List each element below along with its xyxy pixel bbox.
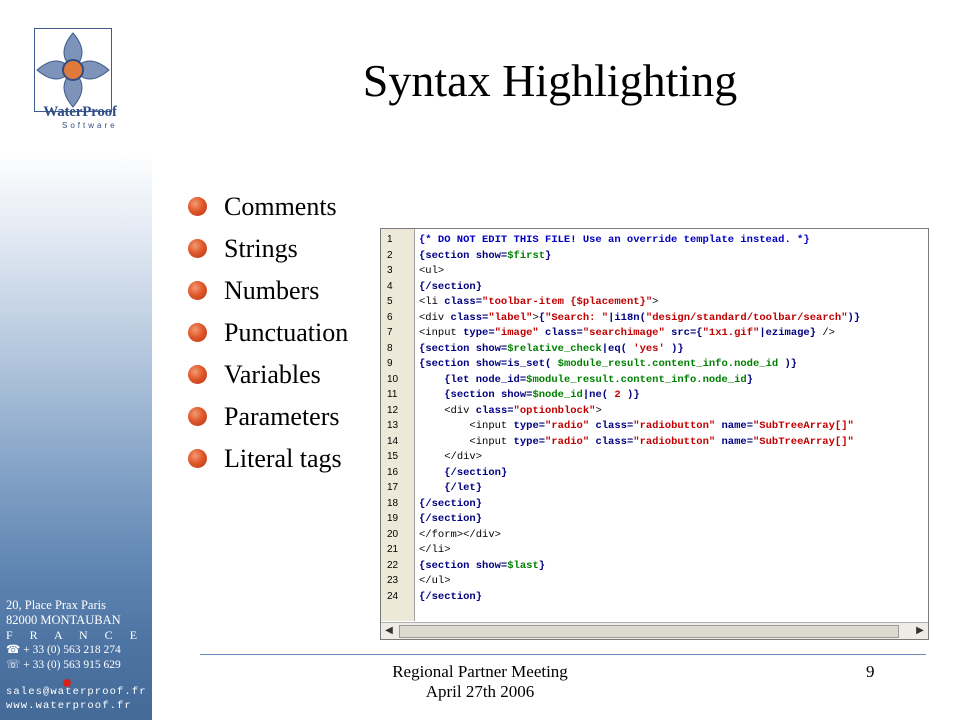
phone-row: ☎ + 33 (0) 563 218 274: [6, 643, 148, 658]
footer-divider: [200, 654, 926, 655]
bullet-label: Literal tags: [224, 444, 342, 473]
code-line: {section show=$relative_check|eq( 'yes' …: [419, 342, 684, 355]
line-number: 13: [387, 420, 399, 431]
code-area: {* DO NOT EDIT THIS FILE! Use an overrid…: [419, 229, 927, 621]
line-number: 20: [387, 528, 399, 540]
line-number: 22: [387, 559, 399, 571]
code-line: {/section}: [419, 497, 483, 510]
line-number: 17: [387, 482, 399, 493]
logo-frame: [34, 28, 112, 112]
contact-block: 20, Place Prax Paris 82000 MONTAUBAN F R…: [6, 598, 148, 713]
code-line: {* DO NOT EDIT THIS FILE! Use an overrid…: [419, 234, 810, 246]
slide-title: Syntax Highlighting: [362, 55, 738, 106]
line-number: 21: [387, 544, 399, 555]
line-number: 11: [387, 389, 398, 400]
code-line: {section show=$node_id|ne( 2 )}: [444, 389, 640, 401]
code-line: <input type="image" class="searchimage" …: [419, 327, 835, 339]
code-line: {section show=$first}: [419, 249, 552, 262]
phone-number: + 33 (0) 563 218 274: [23, 644, 121, 656]
website-link[interactable]: www.waterproof.fr: [6, 699, 148, 713]
line-number: 24: [387, 590, 399, 602]
bullet-label: Comments: [224, 192, 337, 221]
line-number: 19: [387, 513, 399, 524]
line-number-gutter: 1 2 3 4 5 6 7 8 9 10 11 12 13 14 15 16 17 18 19 20 21 22 23 24: [381, 229, 415, 621]
code-line: </form></div>: [419, 528, 501, 541]
address-line-1: 20, Place Prax Paris: [6, 598, 106, 612]
bullet-icon: [188, 197, 207, 216]
code-line: {section show=$last}: [419, 559, 546, 572]
code-line: {section show=is_set( $module_result.con…: [419, 358, 798, 370]
code-line: {/let}: [444, 482, 483, 494]
code-line: <input type="radio" class="radiobutton" …: [469, 420, 854, 432]
code-line: </ul>: [419, 575, 451, 587]
line-number: 4: [387, 280, 393, 292]
code-line: <div class="optionblock">: [444, 404, 602, 417]
horizontal-scrollbar[interactable]: ◀ ▶: [381, 622, 928, 639]
fax-number: + 33 (0) 563 915 629: [23, 659, 121, 671]
logo-subtitle: Software: [62, 121, 118, 130]
code-line: {/section}: [419, 280, 483, 293]
line-number: 14: [387, 435, 399, 447]
code-line: <div class="label">{"Search: "|i18n("des…: [419, 311, 861, 324]
code-line: {/section}: [419, 590, 483, 603]
code-line: <input type="radio" class="radiobutton" …: [469, 435, 854, 448]
code-line: {/section}: [419, 513, 483, 525]
email-link[interactable]: sales@waterproof.fr: [6, 685, 148, 699]
country: F R A N C E: [6, 628, 145, 642]
flower-logo-icon: [36, 32, 110, 108]
bullet-icon: [188, 365, 207, 384]
line-number: 18: [387, 497, 399, 509]
code-editor-screenshot: 1 2 3 4 5 6 7 8 9 10 11 12 13 14 15 16 17 18 19 20 21 22 23 24 …: [380, 228, 929, 640]
line-number: 12: [387, 404, 399, 416]
line-number: 3: [387, 265, 393, 276]
phone-icon: ☎: [6, 644, 21, 656]
bullet-icon: [188, 281, 207, 300]
line-number: 2: [387, 249, 393, 261]
bullet-label: Variables: [224, 360, 321, 389]
contact-spacer: [6, 673, 148, 685]
line-number: 8: [387, 342, 393, 354]
logo-wordmark: WaterProof: [43, 104, 117, 120]
line-number: 10: [387, 373, 399, 385]
bullet-icon: [188, 239, 207, 258]
line-number: 1: [387, 234, 393, 245]
code-line: {/section}: [444, 466, 508, 479]
bullet-label: Parameters: [224, 402, 340, 431]
code-line: <li class="toolbar-item {$placement}">: [419, 296, 659, 308]
footer-text: Regional Partner Meeting April 27th 2006: [340, 662, 620, 702]
bullet-icon: [188, 449, 207, 468]
red-dot-decoration: [63, 679, 71, 687]
scroll-left-arrow-icon[interactable]: ◀: [383, 625, 395, 637]
scrollbar-thumb[interactable]: [399, 625, 899, 638]
address-line-2: 82000 MONTAUBAN: [6, 613, 121, 627]
page-number: 9: [866, 662, 875, 681]
code-line: {let node_id=$module_result.content_info…: [444, 373, 754, 386]
code-line: </li>: [419, 544, 451, 556]
line-number: 7: [387, 327, 393, 338]
bullet-label: Strings: [224, 234, 298, 263]
line-number: 15: [387, 451, 399, 462]
code-line: <ul>: [419, 265, 445, 277]
footer-line-1: Regional Partner Meeting: [392, 662, 568, 681]
waterproof-logo: WaterProof Software: [18, 18, 138, 134]
fax-icon: ☏: [6, 659, 21, 671]
line-number: 5: [387, 296, 393, 307]
fax-row: ☏ + 33 (0) 563 915 629: [6, 658, 148, 673]
bullet-icon: [188, 407, 207, 426]
line-number: 6: [387, 311, 393, 323]
scroll-right-arrow-icon[interactable]: ▶: [914, 625, 926, 637]
bullet-icon: [188, 323, 207, 342]
code-line: </div>: [444, 451, 483, 463]
line-number: 23: [387, 575, 399, 586]
line-number: 16: [387, 466, 399, 478]
bullet-label: Punctuation: [224, 318, 349, 347]
line-number: 9: [387, 358, 393, 369]
footer-line-2: April 27th 2006: [425, 682, 535, 701]
bullet-label: Numbers: [224, 276, 320, 305]
